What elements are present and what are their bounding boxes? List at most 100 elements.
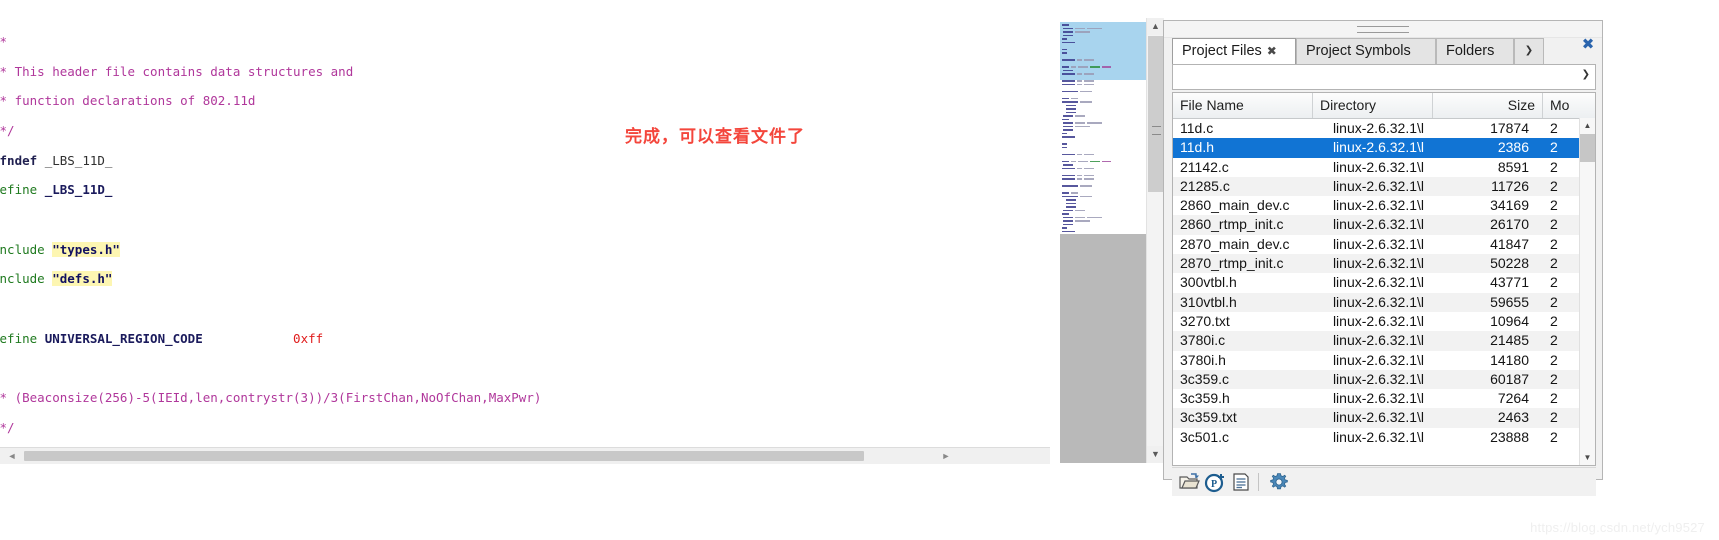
minimap-line: [1077, 167, 1082, 170]
minimap-line: [1062, 52, 1067, 54]
cell-size: 60187: [1490, 370, 1529, 387]
table-row[interactable]: 2860_rtmp_init.c linux-2.6.32.1\l 26170 2: [1173, 215, 1595, 235]
application-window: ** * This header file contains data stru…: [0, 0, 1719, 540]
cell-directory: linux-2.6.32.1\l: [1332, 235, 1424, 252]
open-project-icon[interactable]: [1178, 471, 1200, 493]
minimap-line: [1062, 41, 1075, 44]
minimap-line: [1063, 115, 1074, 117]
minimap-line: [1080, 185, 1092, 187]
minimap-line: [1062, 73, 1075, 75]
file-list-icon[interactable]: [1230, 471, 1252, 493]
column-header-directory[interactable]: Directory: [1313, 93, 1433, 118]
table-row[interactable]: 21142.c linux-2.6.32.1\l 8591 2: [1173, 158, 1595, 177]
cell-directory: linux-2.6.32.1\l: [1332, 216, 1424, 233]
minimap-line: [1084, 178, 1094, 180]
cell-file-name: 11d.c: [1180, 120, 1214, 136]
tab-label: Folders: [1446, 43, 1495, 59]
column-header-modified[interactable]: Mo: [1543, 93, 1595, 118]
cell-file-name: 21142.c: [1180, 158, 1229, 175]
minimap-line: [1062, 143, 1067, 145]
table-scroll-thumb[interactable]: [1580, 134, 1595, 162]
cell-file-name: 11d.h: [1180, 139, 1214, 156]
editor-vertical-scrollbar[interactable]: ▲ ▼: [1146, 18, 1164, 463]
cell-directory: linux-2.6.32.1\l: [1332, 120, 1424, 136]
tab-label: Project Files: [1182, 43, 1262, 59]
minimap-line: [1080, 90, 1092, 93]
horizontal-scroll-thumb[interactable]: [24, 451, 864, 461]
project-settings-gear-icon[interactable]: [1268, 471, 1290, 493]
cell-file-name: 21285.c: [1180, 177, 1230, 194]
code-line: define _LBS_11D_: [0, 182, 113, 198]
cell-size: 14180: [1490, 351, 1529, 368]
code-minimap[interactable]: [1060, 22, 1146, 234]
table-row[interactable]: 3c359.h linux-2.6.32.1\l 7264 2: [1173, 389, 1595, 408]
table-row[interactable]: 3c359.c linux-2.6.32.1\l 60187 2: [1173, 369, 1595, 390]
minimap-line: [1062, 48, 1067, 51]
cell-directory: linux-2.6.32.1\l: [1332, 177, 1424, 194]
scroll-down-icon[interactable]: ▼: [1147, 446, 1164, 463]
minimap-line: [1062, 185, 1078, 187]
cell-file-name: 3c359.h: [1180, 390, 1230, 407]
minimap-line: [1071, 192, 1078, 194]
cell-directory: linux-2.6.32.1\l: [1332, 255, 1424, 272]
minimap-line: [1075, 115, 1086, 117]
table-row[interactable]: 2870_main_dev.c linux-2.6.32.1\l 41847 2: [1173, 235, 1595, 254]
tab-close-icon[interactable]: ✖: [1267, 44, 1277, 58]
minimap-line: [1102, 160, 1111, 163]
minimap-line: [1090, 160, 1100, 163]
column-header-size[interactable]: Size: [1433, 93, 1543, 118]
scroll-up-icon[interactable]: ▲: [1147, 18, 1164, 35]
table-row[interactable]: 3270.txt linux-2.6.32.1\l 10964 2: [1173, 312, 1595, 331]
table-row[interactable]: 3780i.h linux-2.6.32.1\l 14180 2: [1173, 351, 1595, 370]
cell-file-name: 2860_rtmp_init.c: [1180, 216, 1284, 233]
minimap-line: [1075, 125, 1091, 128]
table-row[interactable]: 3c359.txt linux-2.6.32.1\l 2463 2: [1173, 408, 1595, 428]
project-files-panel: ✖ Project Files ✖ Project Symbols Folders…: [1163, 20, 1603, 496]
table-vertical-scrollbar[interactable]: ▲ ▼: [1579, 118, 1595, 465]
column-header-file-name[interactable]: File Name: [1173, 93, 1313, 118]
minimap-line: [1084, 73, 1094, 75]
code-line: include "types.h": [0, 241, 120, 257]
table-scroll-down-icon[interactable]: ▼: [1580, 450, 1595, 465]
minimap-line: [1071, 66, 1076, 68]
tab-project-files[interactable]: Project Files ✖: [1172, 38, 1296, 64]
cell-directory: linux-2.6.32.1\l: [1332, 409, 1424, 426]
table-scroll-up-icon[interactable]: ▲: [1580, 118, 1595, 133]
code-line: include "defs.h": [0, 271, 113, 287]
table-row[interactable]: 3c501.c linux-2.6.32.1\l 23888 2: [1173, 428, 1595, 447]
table-row[interactable]: 2860_main_dev.c linux-2.6.32.1\l 34169 2: [1173, 196, 1595, 215]
table-row[interactable]: 3780i.c linux-2.6.32.1\l 21485 2: [1173, 331, 1595, 351]
tab-folders[interactable]: Folders: [1436, 38, 1514, 64]
table-row[interactable]: 2870_rtmp_init.c linux-2.6.32.1\l 50228 2: [1173, 254, 1595, 274]
minimap-line: [1077, 153, 1082, 156]
scroll-left-icon[interactable]: ◄: [4, 449, 20, 463]
scroll-right-icon[interactable]: ►: [938, 449, 954, 463]
cell-directory: linux-2.6.32.1\l: [1332, 158, 1424, 175]
cell-directory: linux-2.6.32.1\l: [1332, 293, 1424, 310]
minimap-line: [1078, 160, 1088, 163]
table-row[interactable]: 21285.c linux-2.6.32.1\l 11726 2: [1173, 176, 1595, 197]
new-project-icon[interactable]: P: [1204, 471, 1226, 493]
tab-project-symbols[interactable]: Project Symbols: [1296, 38, 1436, 64]
editor-bottom-margin: [0, 463, 1052, 540]
filter-dropdown-chevron-down-icon[interactable]: ❯: [1582, 69, 1590, 80]
file-filter-input[interactable]: [1177, 67, 1571, 89]
minimap-line: [1071, 160, 1076, 163]
panel-drag-handle[interactable]: [1164, 21, 1602, 38]
table-row[interactable]: 11d.h linux-2.6.32.1\l 2386 2: [1173, 138, 1595, 158]
watermark: https://blog.csdn.net/ych9527: [1530, 520, 1705, 535]
table-row[interactable]: 310vtbl.h linux-2.6.32.1\l 59655 2: [1173, 292, 1595, 312]
tab-overflow-chevron-down-icon[interactable]: ❯: [1514, 38, 1544, 64]
vertical-scroll-thumb[interactable]: [1148, 36, 1163, 192]
file-filter-field[interactable]: ❯: [1172, 64, 1596, 90]
minimap-line: [1062, 195, 1078, 198]
editor-horizontal-scrollbar[interactable]: ◄ ►: [0, 447, 1050, 464]
code-editor[interactable]: ** * This header file contains data stru…: [0, 18, 1052, 463]
cell-size: 10964: [1490, 312, 1529, 329]
table-row[interactable]: 300vtbl.h linux-2.6.32.1\l 43771 2: [1173, 273, 1595, 292]
minimap-line: [1084, 153, 1094, 156]
minimap-line: [1063, 125, 1074, 128]
code-line: */: [0, 419, 15, 435]
table-row[interactable]: 11d.c linux-2.6.32.1\l 17874 2: [1173, 119, 1595, 138]
